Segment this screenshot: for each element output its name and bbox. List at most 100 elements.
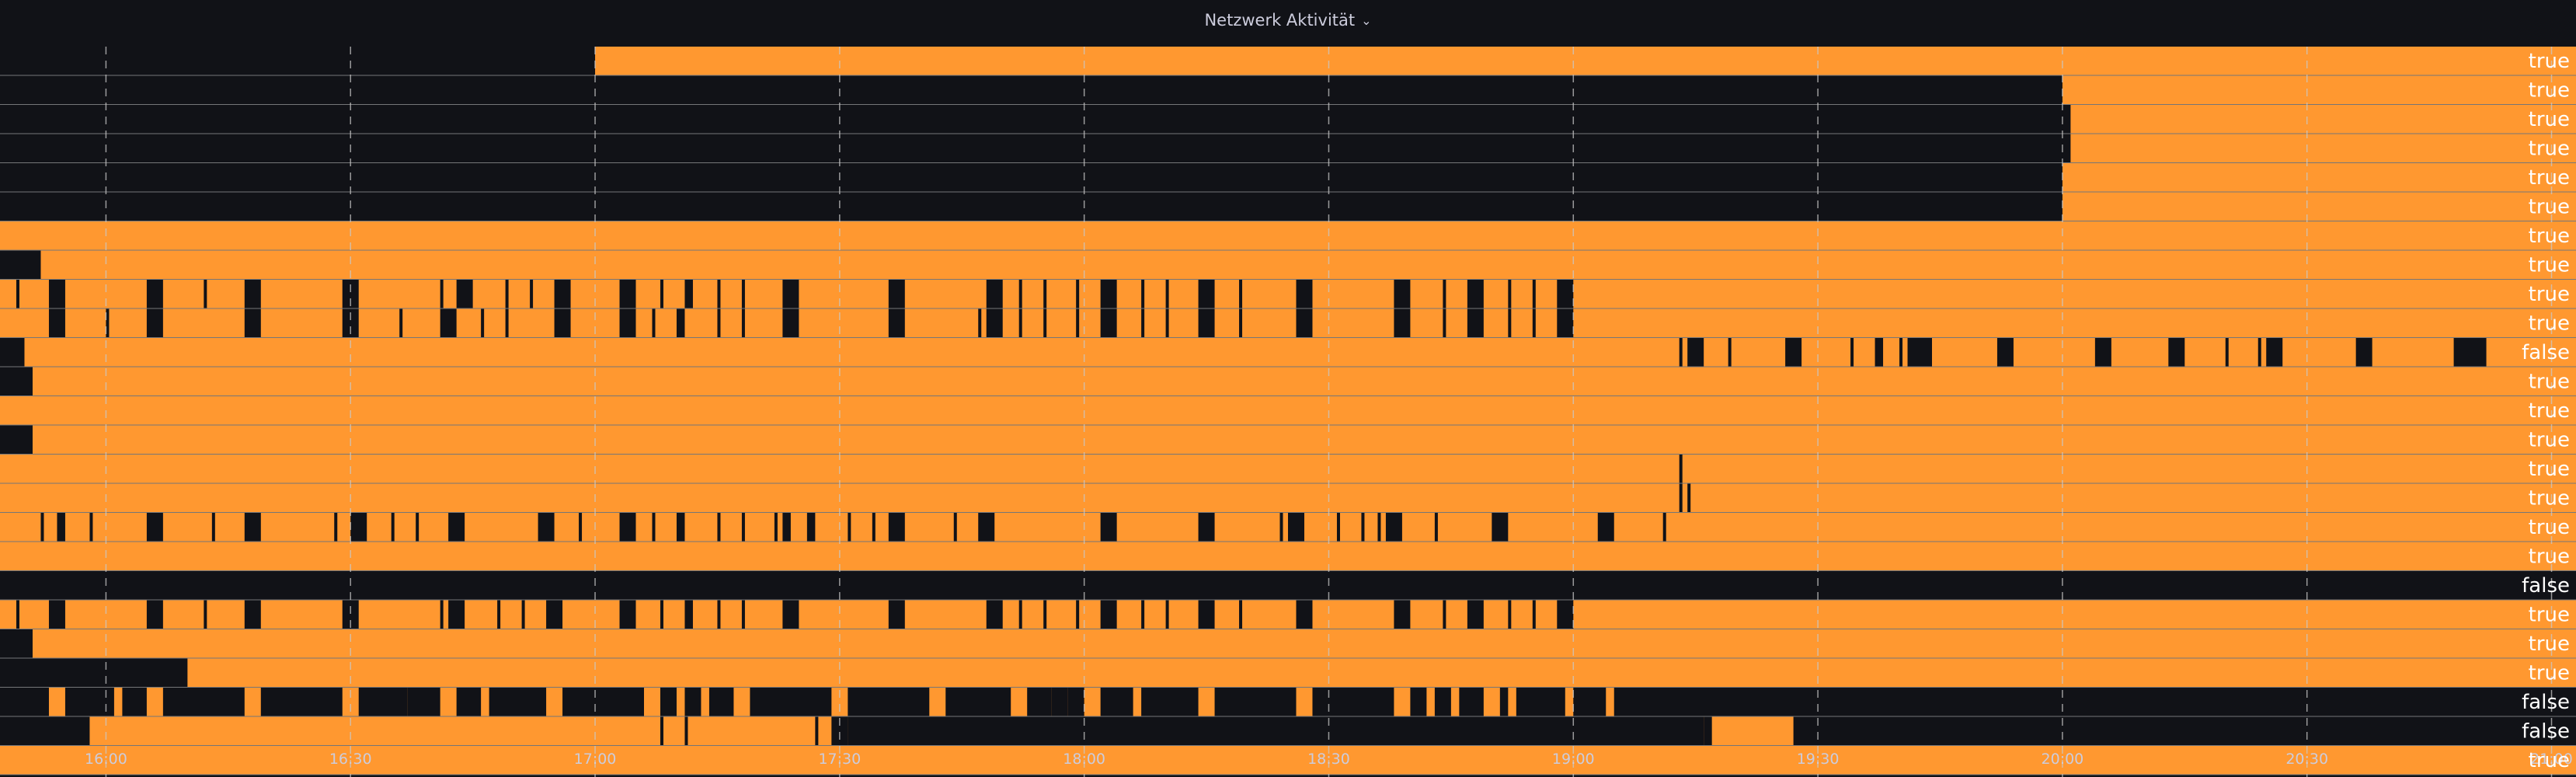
state-segment-off (1443, 280, 1446, 308)
state-segment-off (652, 513, 656, 542)
state-segment-off (1394, 600, 1411, 629)
state-segment-off (1336, 513, 1340, 542)
state-segment-off (1899, 338, 1903, 367)
state-segment-off (1573, 688, 1607, 716)
state-segment-off (407, 688, 440, 716)
state-segment-off (1018, 308, 1022, 337)
state-segment-off (0, 47, 596, 75)
state-value-label: true (2529, 428, 2570, 451)
state-segment-off (0, 250, 41, 279)
state-row-bg (0, 600, 2576, 629)
state-row-bg (0, 280, 2576, 308)
state-segment-off (1312, 688, 1394, 716)
state-segment-off (619, 513, 636, 542)
state-segment-off (684, 600, 693, 629)
state-value-label: false (2522, 691, 2570, 714)
state-segment-off (945, 688, 1011, 716)
state-segment-off (16, 600, 19, 629)
state-segment-off (579, 513, 583, 542)
state-row-bg (0, 308, 2576, 337)
x-tick-label: 16:00 (85, 751, 127, 768)
state-segment-off (684, 716, 688, 745)
state-row-bg (0, 338, 2576, 367)
state-segment-off (708, 688, 734, 716)
state-segment-off (0, 105, 2071, 134)
state-value-label: true (2529, 253, 2570, 277)
state-value-label: true (2529, 603, 2570, 626)
state-segment-off (204, 280, 207, 308)
state-segment-off (0, 571, 2576, 600)
state-value-label: false (2522, 341, 2570, 364)
state-segment-off (1532, 600, 1536, 629)
state-segment-off (888, 280, 905, 308)
state-segment-off (1394, 308, 1411, 337)
state-segment-off (554, 280, 571, 308)
state-segment-off (1027, 688, 1052, 716)
state-segment-off (456, 688, 482, 716)
state-segment-off (986, 280, 1003, 308)
state-value-label: true (2529, 486, 2570, 510)
state-segment-off (211, 513, 215, 542)
state-segment-off (1076, 308, 1080, 337)
state-segment-off (260, 688, 343, 716)
state-segment-off (48, 308, 65, 337)
state-segment-off (619, 600, 636, 629)
state-segment-off (0, 75, 2063, 104)
state-segment-off (1508, 280, 1512, 308)
state-segment-off (660, 716, 663, 745)
state-segment-off (1679, 483, 1683, 512)
state-segment-off (619, 308, 636, 337)
state-segment-off (1239, 280, 1243, 308)
x-tick-label: 20:00 (2042, 751, 2084, 768)
state-value-label: true (2529, 108, 2570, 131)
state-segment-off (953, 513, 957, 542)
state-segment-off (2257, 338, 2261, 367)
state-segment-off (440, 308, 457, 337)
x-tick-label: 18:30 (1307, 751, 1350, 768)
state-segment-off (1100, 308, 1117, 337)
state-segment-off (1907, 338, 1932, 367)
state-segment-off (660, 280, 663, 308)
state-segment-off (815, 716, 819, 745)
state-segment-off (1067, 688, 1084, 716)
state-segment-off (244, 513, 261, 542)
state-segment-off (1385, 513, 1402, 542)
state-segment-off (48, 600, 65, 629)
state-segment-off (684, 688, 701, 716)
state-segment-off (1076, 600, 1080, 629)
state-segment-off (1508, 308, 1512, 337)
state-segment-off (1394, 280, 1411, 308)
state-segment-off (1043, 308, 1047, 337)
state-segment-off (888, 308, 905, 337)
state-segment-off (1443, 600, 1446, 629)
state-segment-off (986, 600, 1003, 629)
state-segment-off (717, 600, 721, 629)
state-timeline-chart: 16:00 16:30 17:00 17:30 18:00 18:30 19:00 19:30… (0, 47, 2576, 777)
state-segment-off (0, 367, 33, 395)
state-segment-off (0, 716, 90, 745)
state-segment-off (2355, 338, 2372, 367)
state-segment-off (1198, 280, 1215, 308)
state-segment-off (546, 600, 563, 629)
state-value-label: true (2529, 399, 2570, 423)
state-segment-off (1361, 513, 1365, 542)
state-segment-off (741, 513, 745, 542)
state-segment-off (440, 280, 444, 308)
state-segment-off (741, 308, 745, 337)
state-segment-off (2225, 338, 2229, 367)
state-segment-off (1785, 338, 1802, 367)
state-segment-off (358, 688, 408, 716)
state-segment-off (489, 688, 547, 716)
state-segment-off (1214, 688, 1297, 716)
state-segment-off (554, 308, 571, 337)
state-segment-off (1443, 308, 1446, 337)
state-segment-off (162, 688, 245, 716)
state-segment-off (1467, 600, 1484, 629)
state-segment-off (521, 600, 525, 629)
state-row-bg (0, 250, 2576, 279)
state-segment-off (0, 134, 2071, 162)
state-segment-off (146, 280, 163, 308)
state-segment-off (1613, 688, 2576, 716)
state-segment-off (505, 280, 509, 308)
state-row-bg (0, 483, 2576, 512)
